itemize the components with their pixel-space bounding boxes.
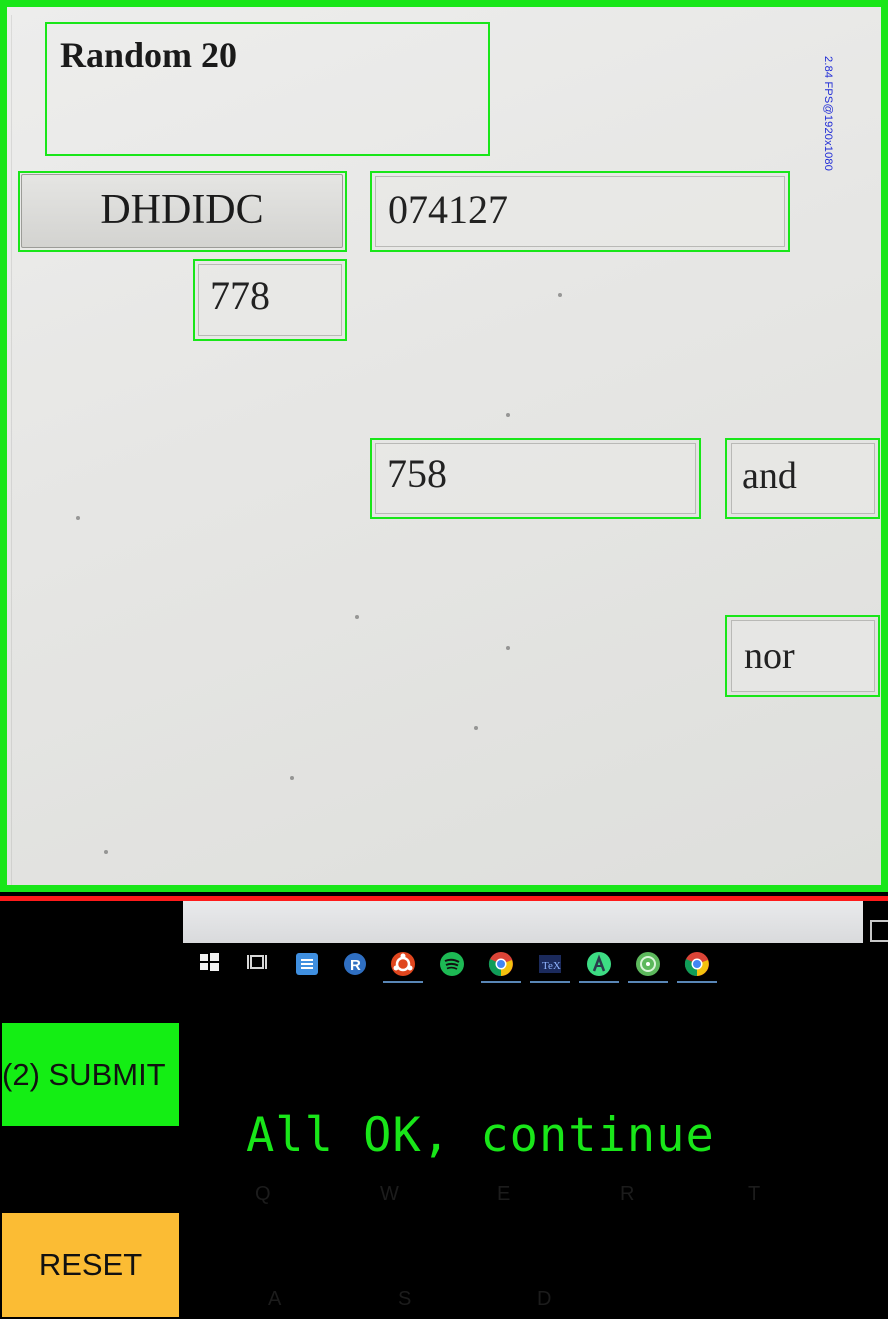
android-studio-icon[interactable] — [586, 951, 612, 977]
svg-text:TeX: TeX — [542, 960, 561, 972]
chrome-icon[interactable] — [488, 951, 514, 977]
monitor-corner — [870, 920, 888, 942]
tex-icon[interactable]: TeX — [537, 951, 563, 977]
ghost-key: R — [620, 1183, 635, 1205]
ghost-key: T — [748, 1183, 761, 1205]
active-app-indicator — [530, 981, 570, 983]
fps-overlay: 2.84 FPS@1920x1080 — [822, 56, 834, 172]
svg-text:R: R — [350, 957, 361, 974]
r-language-icon[interactable]: R — [342, 951, 368, 977]
submit-button[interactable]: (2) SUBMIT — [2, 1023, 179, 1126]
windows-start-icon[interactable] — [198, 951, 224, 977]
ghost-key: D — [537, 1288, 552, 1310]
spotify-icon[interactable] — [439, 951, 465, 977]
paper-speck — [506, 646, 510, 650]
ghost-key: S — [398, 1288, 412, 1310]
reset-button[interactable]: RESET — [2, 1213, 179, 1317]
active-app-indicator — [383, 981, 423, 983]
paper-speck — [506, 413, 510, 417]
paper-speck — [290, 776, 294, 780]
button-detection-box — [18, 171, 347, 252]
field-758-detection-box — [370, 438, 701, 519]
paper-speck — [558, 293, 562, 297]
ghost-key: E — [497, 1183, 511, 1205]
ghost-key: Q — [255, 1183, 271, 1205]
submit-button-label: (2) SUBMIT — [2, 1056, 166, 1092]
paper-speck — [355, 615, 359, 619]
ghost-key: W — [380, 1183, 399, 1205]
monitor-edge — [183, 901, 863, 943]
field-778-detection-box — [193, 259, 347, 341]
paper-speck — [76, 516, 80, 520]
status-message: All OK, continue — [246, 1108, 715, 1163]
paper-speck — [104, 850, 108, 854]
ubuntu-icon[interactable] — [390, 951, 416, 977]
active-app-indicator — [579, 981, 619, 983]
field-nor-detection-box — [725, 615, 880, 697]
code-detection-box — [370, 171, 790, 252]
ghost-key: A — [268, 1288, 282, 1310]
active-app-indicator — [628, 981, 668, 983]
field-and-detection-box — [725, 438, 880, 519]
chrome-icon[interactable] — [684, 951, 710, 977]
detected-title: Random 20 — [60, 35, 238, 75]
task-view-icon[interactable] — [246, 951, 272, 977]
active-app-indicator — [481, 981, 521, 983]
xmind-icon[interactable] — [635, 951, 661, 977]
active-app-indicator — [677, 981, 717, 983]
file-manager-icon[interactable] — [294, 951, 320, 977]
paper-speck — [474, 726, 478, 730]
windows-taskbar: R TeX — [190, 943, 730, 987]
